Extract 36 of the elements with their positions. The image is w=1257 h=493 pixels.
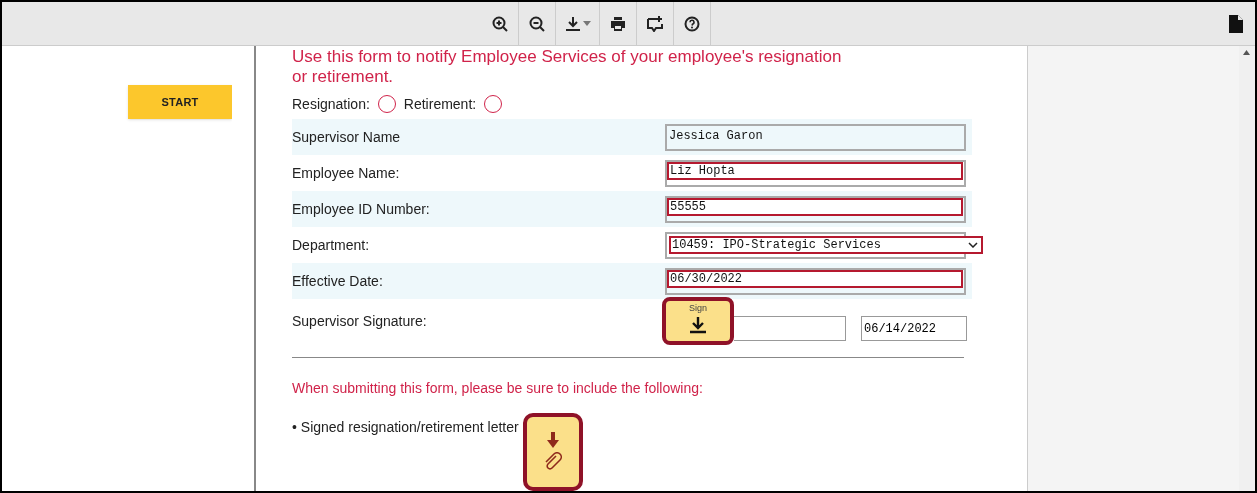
field-label: Effective Date: — [292, 271, 384, 291]
option-label: Resignation: — [292, 94, 370, 114]
zoom-out-icon — [529, 15, 545, 32]
download-icon — [564, 15, 581, 32]
download-arrow-icon — [546, 432, 559, 448]
instruction-text: When submitting this form, please be sure to include the following: — [292, 379, 704, 398]
intro-text: Use this form to notify Employee Services of your employee's resignation or retirement. — [292, 47, 843, 87]
start-button[interactable]: START — [128, 85, 232, 119]
field-label: Employee ID Number: — [292, 199, 431, 219]
dropdown-field[interactable]: 10459: IPO-Strategic Services — [669, 235, 983, 254]
zoom-in-icon — [492, 15, 508, 32]
input-field[interactable]: 55555 — [667, 197, 963, 216]
list-item: • Signed resignation/retirement letter — [292, 418, 519, 437]
paperclip-icon — [543, 452, 562, 472]
scroll-up-icon[interactable] — [1243, 50, 1250, 55]
option-label: Retirement: — [403, 94, 477, 114]
sign-button[interactable]: Sign — [662, 297, 734, 345]
date-field[interactable]: 06/14/2022 — [861, 315, 967, 341]
field-label: Employee Name: — [292, 163, 401, 183]
signature-field[interactable] — [734, 315, 846, 341]
radio-button[interactable] — [484, 95, 503, 113]
download-icon — [689, 316, 707, 334]
input-field[interactable]: 06/30/2022 — [667, 269, 963, 288]
comment-add-icon — [647, 15, 663, 32]
help-icon — [684, 15, 700, 32]
chevron-down-icon — [968, 241, 978, 248]
printer-icon — [610, 15, 626, 32]
caret-icon — [582, 20, 591, 27]
document-icon[interactable] — [1229, 15, 1243, 33]
radio-button[interactable] — [377, 95, 396, 113]
input-field[interactable]: Liz Hopta — [667, 161, 963, 180]
attach-button[interactable] — [522, 413, 583, 491]
field-label: Supervisor Name — [292, 127, 402, 147]
scrollbar[interactable] — [1239, 46, 1255, 491]
field-label: Department: — [292, 235, 371, 255]
field-label: Supervisor Signature: — [292, 311, 428, 331]
